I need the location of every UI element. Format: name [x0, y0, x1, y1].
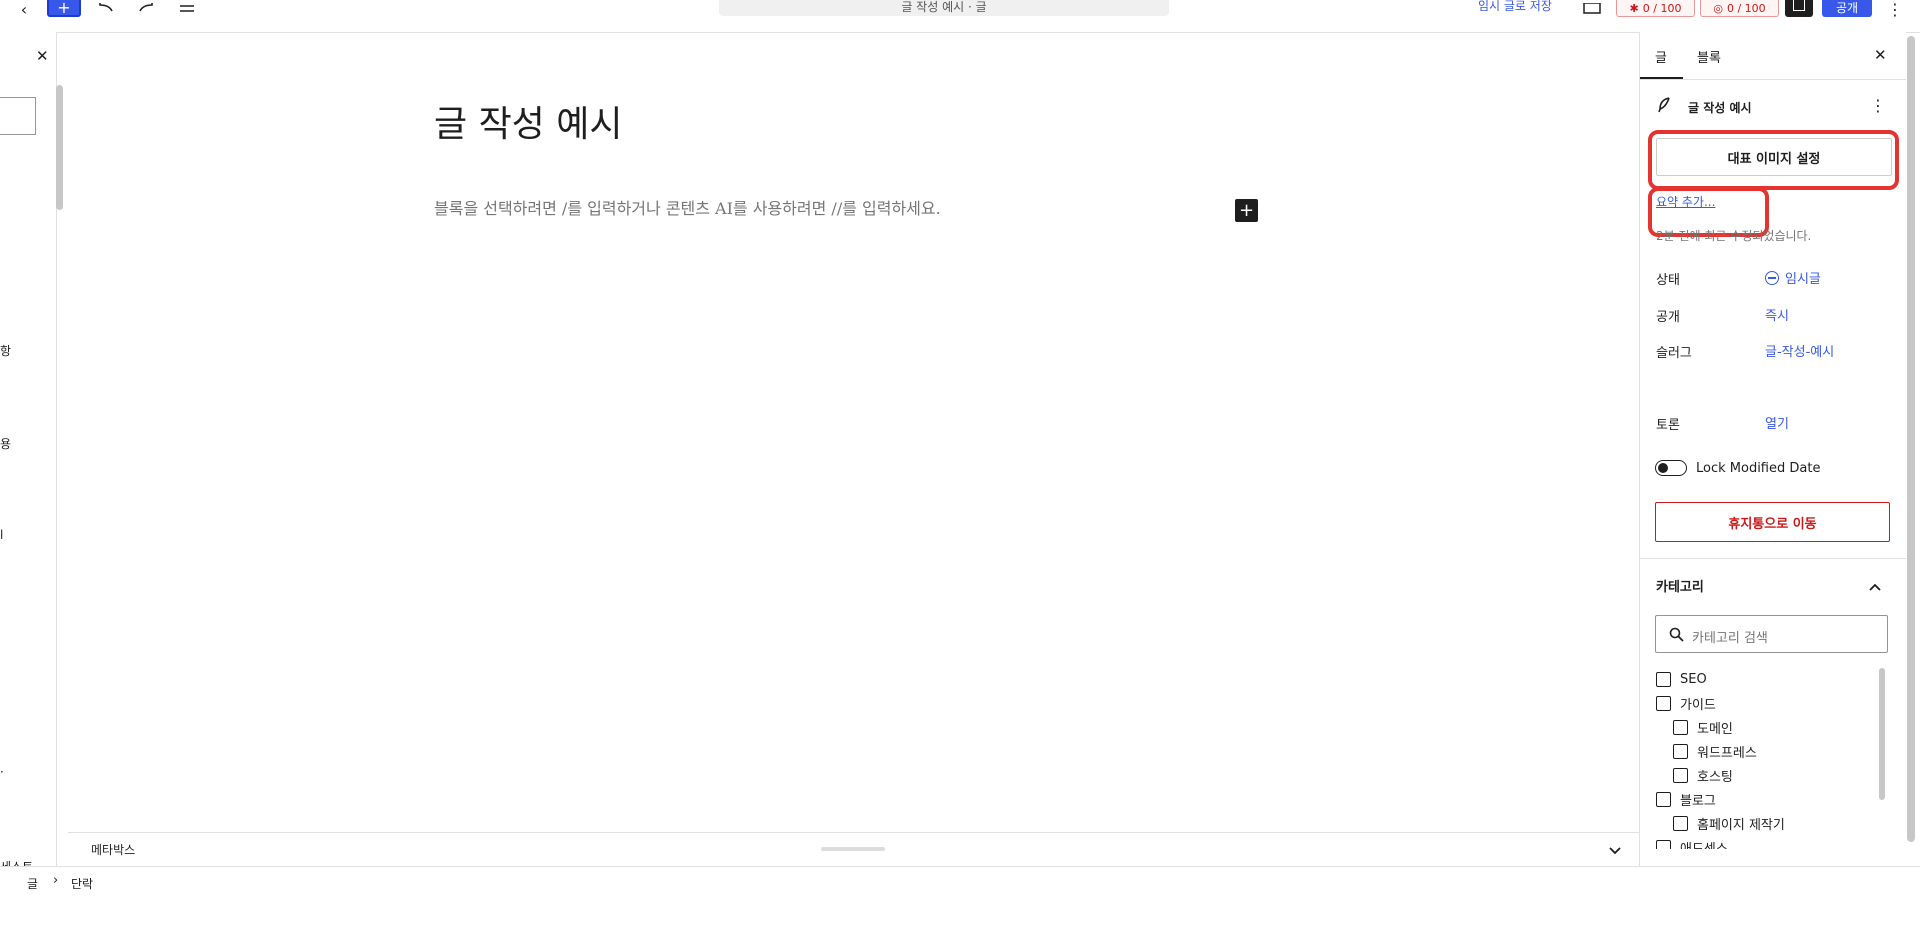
document-title-bar[interactable]: 글 작성 예시 · 글: [719, 0, 1169, 16]
move-to-trash-button[interactable]: 휴지통으로 이동: [1655, 502, 1890, 542]
redo-icon[interactable]: [134, 0, 158, 18]
plus-icon: +: [1238, 200, 1255, 221]
left-item-fragment[interactable]: 항: [0, 342, 11, 359]
chevron-down-icon[interactable]: [1608, 840, 1622, 859]
tab-block[interactable]: 블록: [1697, 47, 1721, 66]
category-item[interactable]: 호스팅: [1673, 765, 1876, 785]
tab-post[interactable]: 글: [1655, 47, 1667, 66]
more-options-icon[interactable]: ⋮: [1870, 96, 1886, 115]
category-item[interactable]: 홈페이지 제작기: [1673, 813, 1876, 833]
category-item[interactable]: 워드프레스: [1673, 741, 1876, 761]
checkbox[interactable]: [1656, 671, 1671, 687]
undo-icon[interactable]: [94, 0, 118, 18]
lock-modified-label: Lock Modified Date: [1696, 461, 1821, 476]
categories-title[interactable]: 카테고리: [1656, 576, 1704, 595]
readability-score-badge[interactable]: ◎ 0 / 100: [1700, 0, 1779, 17]
draft-status-icon: [1765, 270, 1779, 285]
visibility-label: 공개: [1656, 310, 1680, 325]
discussion-label: 토론: [1656, 418, 1680, 433]
resize-handle[interactable]: [821, 847, 885, 851]
left-scrollbar[interactable]: [56, 85, 63, 210]
feather-icon: [1657, 97, 1671, 117]
preview-icon[interactable]: [1581, 0, 1603, 18]
highlight-box: [1648, 130, 1899, 190]
category-item[interactable]: SEO: [1656, 669, 1876, 689]
category-list: SEO 가이드 도메인 워드프레스 호스팅 블로그 홈페이지 제작기 애드센스: [1656, 669, 1876, 849]
left-item-fragment[interactable]: l: [0, 528, 3, 542]
breadcrumb-bar: [0, 866, 1920, 899]
checkbox[interactable]: [1673, 815, 1688, 831]
status-value[interactable]: 임시글: [1765, 268, 1821, 287]
left-search-input[interactable]: [0, 97, 36, 135]
seo-score-badge[interactable]: ✱ 0 / 100: [1616, 0, 1695, 17]
category-scrollbar[interactable]: [1879, 668, 1885, 800]
last-edited-text: 2분 전에 최근 수정되었습니다.: [1656, 229, 1812, 243]
visibility-value[interactable]: 즉시: [1765, 305, 1789, 324]
category-item[interactable]: 가이드: [1656, 693, 1876, 713]
left-item-fragment[interactable]: ·: [0, 765, 4, 779]
bug-icon: ✱: [1629, 2, 1639, 15]
publish-button[interactable]: 공개: [1822, 0, 1872, 17]
category-search-input[interactable]: [1655, 615, 1888, 653]
checkbox[interactable]: [1656, 695, 1671, 711]
divider: [1640, 558, 1906, 559]
sidebar-scrollbar[interactable]: [1907, 36, 1915, 842]
checkbox[interactable]: [1673, 767, 1688, 783]
plus-icon: +: [57, 0, 71, 17]
add-block-toolbar-button[interactable]: +: [47, 0, 81, 17]
slug-value[interactable]: 글-작성-예시: [1765, 341, 1834, 360]
more-options-icon[interactable]: ⋮: [1887, 0, 1903, 19]
breadcrumb-current[interactable]: 단락: [71, 875, 93, 892]
search-icon: [1669, 627, 1684, 646]
block-placeholder[interactable]: 블록을 선택하려면 /를 입력하거나 콘텐츠 AI를 사용하려면 //를 입력하…: [434, 195, 941, 219]
sidebar-icon: [1793, 0, 1805, 11]
checkbox[interactable]: [1673, 719, 1688, 735]
save-draft-button[interactable]: 임시 글로 저장: [1478, 0, 1552, 14]
chevron-left-icon[interactable]: ‹: [14, 0, 34, 19]
list-view-icon[interactable]: [176, 0, 198, 18]
toggle-knob: [1658, 463, 1668, 473]
post-title[interactable]: 글 작성 예시: [434, 95, 623, 147]
metabox-label[interactable]: 메타박스: [91, 841, 135, 858]
target-icon: ◎: [1713, 2, 1723, 15]
list-mask: [1640, 849, 1906, 866]
checkbox[interactable]: [1656, 791, 1671, 807]
settings-toggle-button[interactable]: [1785, 0, 1813, 17]
divider: [1640, 79, 1906, 80]
category-search-placeholder: 카테고리 검색: [1692, 631, 1768, 646]
sidebar-post-title: 글 작성 예시: [1688, 101, 1752, 115]
checkbox[interactable]: [1656, 839, 1671, 849]
checkbox[interactable]: [1673, 743, 1688, 759]
breadcrumb-separator: ›: [53, 873, 59, 888]
category-item[interactable]: 블로그: [1656, 789, 1876, 809]
slug-label: 슬러그: [1656, 346, 1692, 361]
category-item[interactable]: 애드센스: [1656, 837, 1876, 849]
category-item[interactable]: 도메인: [1673, 717, 1876, 737]
chevron-up-icon[interactable]: [1868, 577, 1882, 596]
discussion-value[interactable]: 열기: [1765, 413, 1789, 432]
left-item-fragment[interactable]: 용: [0, 435, 11, 452]
close-icon[interactable]: ✕: [1874, 46, 1887, 64]
add-block-button[interactable]: +: [1235, 199, 1258, 222]
status-label: 상태: [1656, 273, 1680, 288]
breadcrumb-root[interactable]: 글: [27, 875, 38, 892]
close-icon[interactable]: ✕: [36, 47, 49, 65]
